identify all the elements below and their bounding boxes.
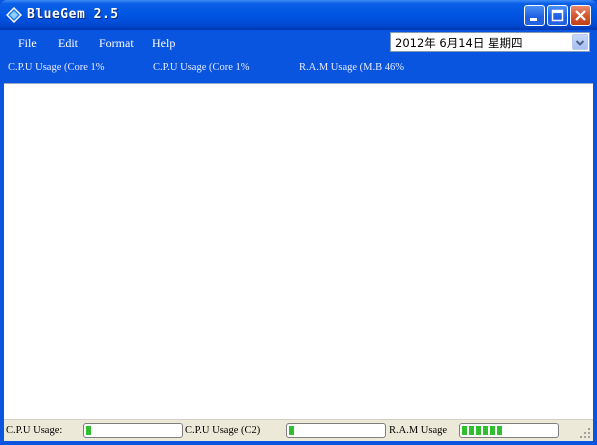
close-button[interactable] <box>570 5 591 26</box>
ram-usage: R.A.M Usage (M.B 46% <box>299 62 404 73</box>
close-icon <box>575 10 586 21</box>
window-frame-bottom <box>0 441 597 445</box>
window-title: BlueGem 2.5 <box>27 7 119 22</box>
date-picker[interactable]: 2012年 6月14日 星期四 <box>390 32 590 52</box>
menu-format[interactable]: Format <box>99 36 134 51</box>
cpu-core1-usage: C.P.U Usage (Core 1% <box>8 62 105 73</box>
menu-file[interactable]: File <box>18 36 37 51</box>
ram-meter <box>459 423 559 438</box>
minimize-button[interactable] <box>524 5 545 26</box>
cpu2-meter-fill <box>289 426 294 435</box>
menu-help[interactable]: Help <box>152 36 175 51</box>
text-editor-area[interactable] <box>4 83 593 419</box>
status-bar: C.P.U Usage: C.P.U Usage (C2) R.A.M Usag… <box>4 419 593 441</box>
usage-bar: C.P.U Usage (Core 1% C.P.U Usage (Core 1… <box>4 54 593 82</box>
date-value: 2012年 6月14日 星期四 <box>395 36 523 50</box>
maximize-button[interactable] <box>547 5 568 26</box>
date-dropdown-button[interactable] <box>572 34 588 50</box>
status-ram-label: R.A.M Usage <box>389 425 448 436</box>
status-cpu2-label: C.P.U Usage (C2) <box>185 425 261 436</box>
ram-meter-fill <box>462 426 502 435</box>
cpu2-meter <box>286 423 386 438</box>
app-window: BlueGem 2.5 File Edit Format Help 2012年 … <box>0 0 597 445</box>
bluegem-app-icon[interactable] <box>6 7 22 23</box>
status-cpu-label: C.P.U Usage: <box>6 425 63 436</box>
title-bar[interactable]: BlueGem 2.5 <box>0 0 597 30</box>
maximize-icon <box>551 9 564 22</box>
cpu-core2-usage: C.P.U Usage (Core 1% <box>153 62 250 73</box>
menu-edit[interactable]: Edit <box>58 36 78 51</box>
cpu-meter <box>83 423 183 438</box>
chevron-down-icon <box>575 40 585 46</box>
resize-grip-icon[interactable] <box>579 427 591 439</box>
minimize-icon <box>530 18 537 21</box>
cpu-meter-fill <box>86 426 91 435</box>
